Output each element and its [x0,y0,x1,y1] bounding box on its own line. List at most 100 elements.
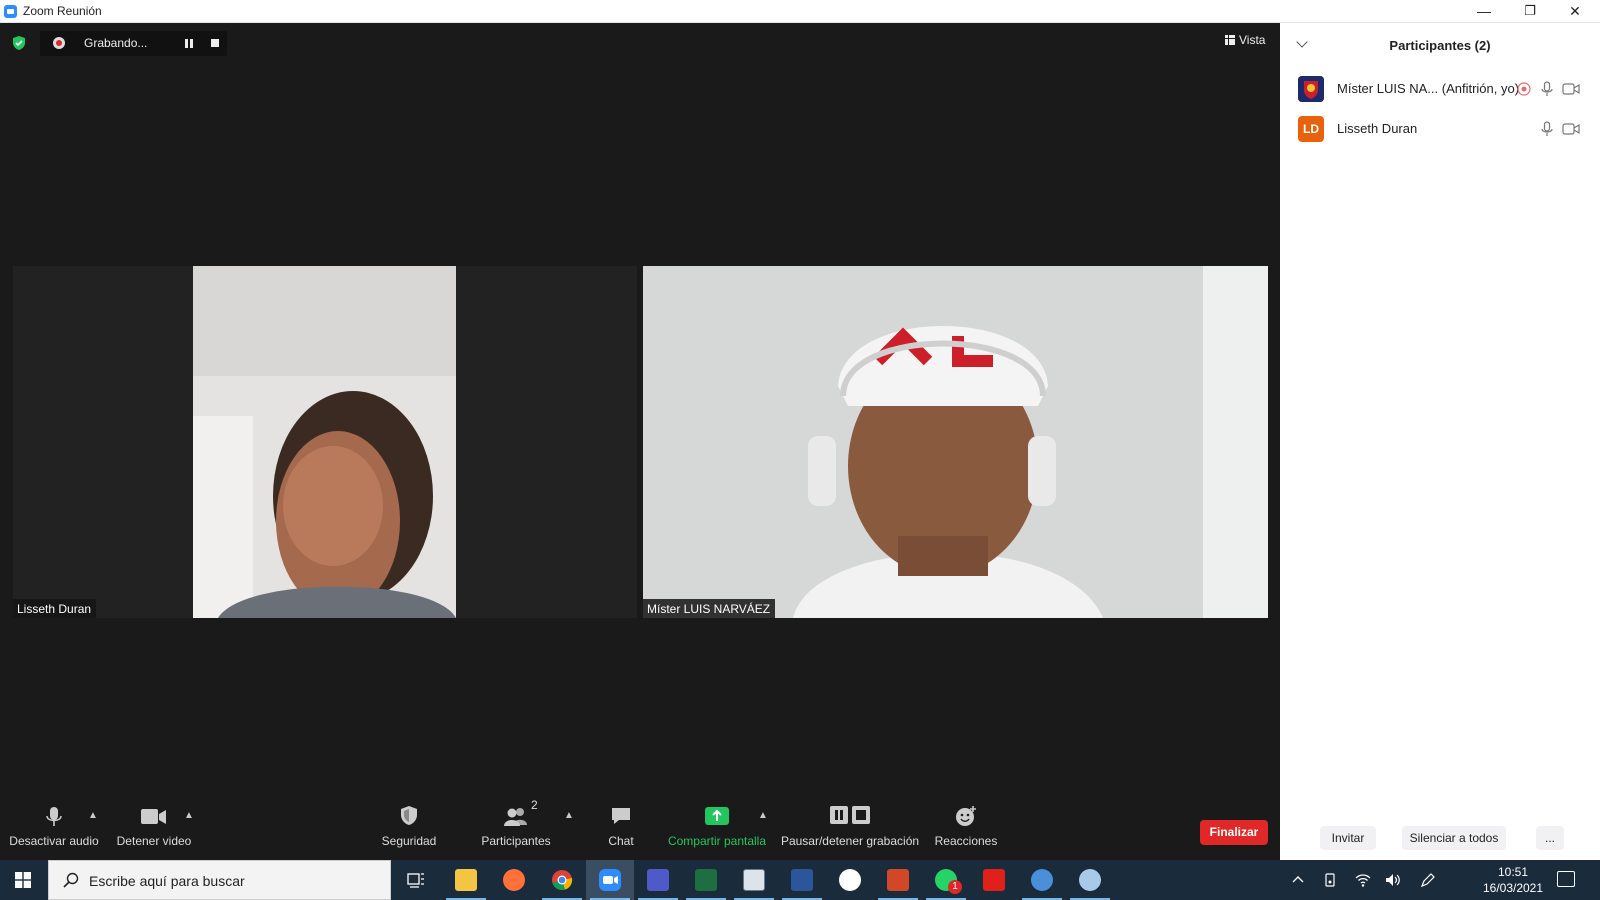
notification-badge: 1 [948,880,962,894]
action-center-icon[interactable] [1557,871,1575,887]
show-hidden-icons-chevron-icon[interactable] [1290,872,1306,888]
participant-avatar [1298,76,1324,102]
reactions-emoji-icon [956,806,976,826]
participant-name: Lisseth Duran [1337,121,1418,136]
zoom-app-icon [4,5,17,18]
security-label: Seguridad [381,834,437,848]
recording-label: Grabando... [84,36,148,50]
recording-indicator-icon [53,37,65,49]
windows-start-icon[interactable] [15,872,31,888]
participant-row[interactable]: LD Lisseth Duran [1280,109,1600,149]
chat-button[interactable]: Chat [596,800,646,848]
participants-panel-header: Participantes (2) [1280,23,1600,67]
task-view-button[interactable] [392,860,440,900]
video-feed-luis [643,266,1268,618]
video-options-caret-icon[interactable]: ▲ [184,810,194,821]
stop-recording-icon[interactable] [211,39,219,47]
share-screen-button[interactable]: Compartir pantalla [664,800,770,848]
video-tile[interactable]: Lisseth Duran [13,266,637,618]
participants-options-caret-icon[interactable]: ▲ [564,810,574,821]
video-camera-icon[interactable] [1562,121,1580,137]
task-view-icon [407,873,424,888]
security-icon [401,806,417,825]
chat-bubble-icon [612,808,630,824]
microphone-icon [46,807,62,826]
stop-video-button[interactable]: Detener video [112,800,196,848]
stop-video-label: Detener video [116,834,192,848]
firefox-icon [503,869,525,891]
recording-bar: Grabando... [40,31,227,56]
mute-audio-label: Desactivar audio [9,834,99,848]
taskbar-app-word[interactable] [778,860,826,900]
participant-avatar: LD [1298,116,1324,142]
teams-icon [647,869,669,891]
taskbar-app-whatsapp[interactable]: 1 [922,860,970,900]
pause-stop-recording-button[interactable]: Pausar/detener grabación [780,800,920,848]
window-title: Zoom Reunión [23,4,102,18]
recording-status-icon [1517,82,1531,96]
video-camera-icon [141,809,166,824]
app-icon [1031,869,1053,891]
volume-icon[interactable] [1385,872,1401,888]
tile-name-label: Lisseth Duran [13,599,97,618]
device-icon[interactable] [1322,872,1338,888]
taskbar-app-document-viewer[interactable] [730,860,778,900]
share-options-caret-icon[interactable]: ▲ [758,810,768,821]
taskbar-clock[interactable]: 10:51 16/03/2021 [1478,864,1548,896]
participants-panel-footer: Invitar Silenciar a todos ... [1280,818,1600,858]
participants-count: 2 [531,798,538,812]
title-bar: Zoom Reunión — ❐ ✕ [0,0,1600,23]
taskbar-app-acrobat[interactable] [970,860,1018,900]
mute-all-button[interactable]: Silenciar a todos [1402,826,1506,850]
participants-panel-title: Participantes (2) [1389,38,1491,53]
video-camera-icon[interactable] [1562,81,1580,97]
acrobat-icon [983,869,1005,891]
taskbar-app-powerpoint[interactable] [874,860,922,900]
excel-icon [695,869,717,891]
chrome-icon [552,870,573,890]
tile-name-label: Míster LUIS NARVÁEZ [643,599,776,618]
more-options-button[interactable]: ... [1536,826,1564,850]
taskbar-app-teams[interactable] [634,860,682,900]
taskbar-app-photos[interactable] [826,860,874,900]
taskbar-app-firefox[interactable] [490,860,538,900]
pen-icon[interactable] [1420,872,1436,888]
word-icon [791,869,813,891]
taskbar-app-file-explorer[interactable] [442,860,490,900]
search-icon [63,872,79,888]
paint-icon [1079,869,1101,891]
mute-audio-button[interactable]: Desactivar audio [4,800,104,848]
wifi-icon[interactable] [1355,872,1371,888]
reactions-label: Reacciones [934,834,998,848]
participants-button[interactable]: 2 Participantes [479,798,553,848]
microphone-icon[interactable] [1539,81,1555,97]
video-tile[interactable]: Míster LUIS NARVÁEZ [643,266,1268,618]
clock-time: 10:51 [1497,865,1529,879]
participant-row[interactable]: Míster LUIS NA... (Anfitrión, yo) [1280,69,1600,109]
app-icon [743,869,765,891]
audio-options-caret-icon[interactable]: ▲ [88,810,98,821]
video-feed-lisseth [193,266,456,618]
minimize-button[interactable]: — [1461,0,1507,22]
microphone-icon[interactable] [1539,121,1555,137]
reactions-button[interactable]: Reacciones [934,800,998,848]
taskbar-app-zoom[interactable] [586,860,634,900]
restore-button[interactable]: ❐ [1507,0,1553,22]
taskbar-search-box[interactable]: Escribe aquí para buscar [48,860,391,900]
view-button[interactable]: Vista [1225,33,1265,47]
participants-label: Participantes [481,834,551,848]
end-meeting-button[interactable]: Finalizar [1200,820,1268,845]
taskbar-app-paint[interactable] [1066,860,1114,900]
taskbar-app-chrome[interactable] [538,860,586,900]
taskbar-app-other[interactable] [1018,860,1066,900]
security-button[interactable]: Seguridad [374,800,444,848]
participants-panel: Participantes (2) Míster LUIS NA... (Anf… [1280,23,1600,860]
zoom-icon [599,869,621,891]
invite-button[interactable]: Invitar [1320,826,1376,850]
close-button[interactable]: ✕ [1552,0,1598,22]
security-shield-icon[interactable] [11,35,27,51]
app-icon [839,869,861,891]
pause-recording-icon[interactable] [184,39,194,48]
powerpoint-icon [887,869,909,891]
taskbar-app-excel[interactable] [682,860,730,900]
